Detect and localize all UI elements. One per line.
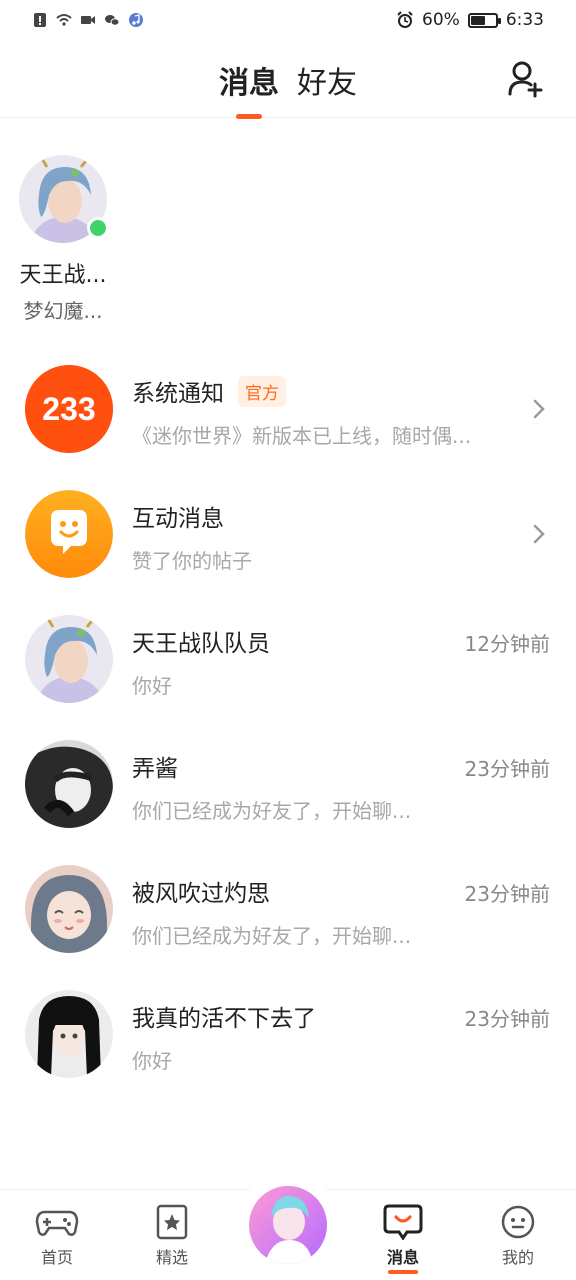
nav-item-profile[interactable]: 我的: [478, 1204, 558, 1268]
list-item-title: 弄酱: [132, 756, 178, 782]
logo-233-icon: 233: [25, 365, 113, 453]
list-item-title: 被风吹过灼思: [132, 881, 270, 907]
music-icon: [129, 13, 143, 27]
nav-item-home[interactable]: 首页: [17, 1204, 97, 1268]
online-friend-game: 梦幻魔...: [23, 299, 103, 323]
avatar-monochrome-image: [25, 740, 113, 828]
list-item-subtitle: 你们已经成为好友了，开始聊...: [132, 799, 412, 823]
list-item-title: 系统通知: [132, 381, 224, 407]
list-item-time: 23分钟前: [464, 1007, 550, 1031]
online-status-dot: [87, 217, 109, 239]
alarm-icon: [397, 11, 413, 28]
battery-percent: 60%: [422, 10, 460, 30]
nav-item-label: 精选: [155, 1248, 188, 1267]
list-item-title-row: 被风吹过灼思: [132, 874, 270, 908]
official-badge: 官方: [238, 375, 286, 407]
wechat-icon: [105, 15, 120, 26]
online-friend-avatar-wrap: [19, 155, 109, 243]
list-item-interaction[interactable]: 互动消息 赞了你的帖子: [0, 473, 576, 598]
alert-icon: [34, 13, 46, 27]
avatar: [25, 740, 113, 828]
list-item-chat[interactable]: 天王战队队员 你好 12分钟前: [0, 598, 576, 723]
online-friend-name: 天王战...: [19, 263, 107, 288]
list-item-chat[interactable]: 我真的活不下去了 你好 23分钟前: [0, 973, 576, 1098]
list-item-title-row: 我真的活不下去了: [132, 999, 316, 1033]
tab-bar: 消息 好友: [0, 58, 576, 119]
chat-bubble-icon: [383, 1204, 423, 1240]
status-bar: 60% 6:33: [0, 0, 576, 40]
chevron-right-icon: [533, 524, 545, 544]
wifi-icon: [56, 14, 72, 26]
online-friend[interactable]: 天王战... 梦幻魔...: [12, 155, 114, 324]
status-icons-right: 60% 6:33: [396, 10, 544, 30]
list-item-chat[interactable]: 弄酱 你们已经成为好友了，开始聊... 23分钟前: [0, 723, 576, 848]
chevron-right-icon: [533, 399, 545, 419]
gamepad-icon: [35, 1210, 79, 1236]
avatar: [249, 1186, 327, 1264]
interaction-smile-icon: [25, 490, 113, 578]
nav-item-messages[interactable]: 消息: [363, 1204, 443, 1274]
clock: 6:33: [505, 10, 544, 30]
list-item-chat[interactable]: 被风吹过灼思 你们已经成为好友了，开始聊... 23分钟前: [0, 848, 576, 973]
status-icons-left: [32, 12, 144, 28]
avatar-colorful-image: [249, 1186, 327, 1264]
active-nav-indicator: [388, 1270, 418, 1274]
avatar: [25, 990, 113, 1078]
face-icon: [501, 1205, 535, 1239]
list-item-time: 12分钟前: [464, 632, 550, 656]
list-item-subtitle: 你好: [132, 674, 172, 698]
message-list: 233 系统通知 官方 《迷你世界》新版本已上线，随时偶... 互动消息 赞了你…: [0, 348, 576, 1098]
list-item-title-row: 互动消息: [132, 499, 224, 533]
svg-text:233: 233: [42, 391, 95, 427]
video-icon: [81, 16, 95, 24]
nav-item-label: 我的: [501, 1248, 534, 1267]
list-item-subtitle: 《迷你世界》新版本已上线，随时偶...: [132, 424, 472, 448]
interaction-logo: [25, 490, 113, 578]
nav-item-featured[interactable]: 精选: [132, 1204, 212, 1268]
list-item-title: 互动消息: [132, 506, 224, 532]
bottom-nav: 首页 精选 消息 我的: [0, 1173, 576, 1280]
nav-item-label: 首页: [40, 1248, 73, 1267]
list-item-title-row: 天王战队队员: [132, 624, 270, 658]
system-notice-logo: 233: [25, 365, 113, 453]
header: 消息 好友: [0, 40, 576, 119]
nav-item-label: 消息: [386, 1248, 419, 1267]
avatar: [25, 615, 113, 703]
avatar: [25, 865, 113, 953]
star-card-icon: [156, 1204, 188, 1240]
list-item-subtitle: 你们已经成为好友了，开始聊...: [132, 924, 412, 948]
active-tab-indicator: [236, 114, 262, 119]
list-item-time: 23分钟前: [464, 757, 550, 781]
center-avatar-button[interactable]: [236, 1173, 340, 1277]
avatar-blue-hair-image: [25, 615, 113, 703]
list-item-title: 我真的活不下去了: [132, 1006, 316, 1032]
list-item-title: 天王战队队员: [132, 631, 270, 657]
add-friend-icon[interactable]: [506, 58, 546, 98]
battery-icon: [467, 12, 501, 28]
list-item-title-row: 弄酱: [132, 749, 178, 783]
tab-messages[interactable]: 消息: [219, 58, 279, 119]
list-item-system-notice[interactable]: 233 系统通知 官方 《迷你世界》新版本已上线，随时偶...: [0, 348, 576, 473]
list-item-subtitle: 赞了你的帖子: [132, 549, 252, 573]
list-item-time: 23分钟前: [464, 882, 550, 906]
tab-friends[interactable]: 好友: [297, 58, 357, 102]
avatar-anime-girl-image: [25, 865, 113, 953]
tab-messages-label: 消息: [219, 66, 279, 101]
tab-friends-label: 好友: [297, 66, 357, 101]
list-item-title-row: 系统通知 官方: [132, 374, 286, 408]
avatar-black-hair-image: [25, 990, 113, 1078]
list-item-subtitle: 你好: [132, 1049, 172, 1073]
